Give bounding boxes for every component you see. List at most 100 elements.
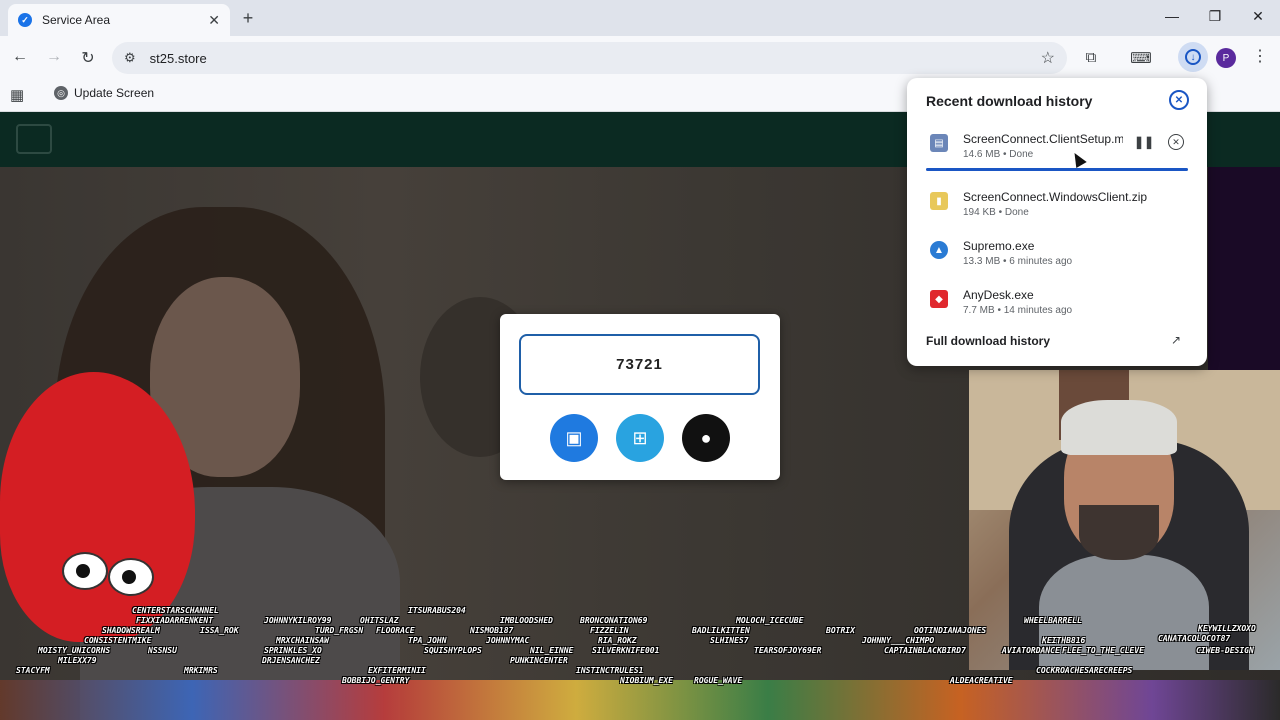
cancel-download-icon[interactable]: ✕ bbox=[1168, 134, 1184, 150]
download-item-screenconnect-msi[interactable]: ▤ ScreenConnect.ClientSetup.msi 14.6 MB … bbox=[926, 130, 1191, 174]
supremo-icon: ▲ bbox=[930, 241, 948, 259]
downloads-button[interactable]: ↓ bbox=[1178, 42, 1208, 72]
chatter-name: NSSNSU bbox=[148, 646, 177, 655]
bookmark-star-icon[interactable]: ☆ bbox=[1041, 48, 1055, 68]
chatter-name: DRJENSANCHEZ bbox=[262, 656, 320, 665]
download-progress-fill bbox=[926, 168, 1188, 171]
chatter-name: MRXCHAINSAW bbox=[276, 636, 329, 645]
chatter-name: CIWEB-DESIGN bbox=[1196, 646, 1254, 655]
windows-download-button[interactable]: ⊞ bbox=[616, 414, 664, 462]
chatter-name: INSTINCTRULES1 bbox=[576, 666, 644, 675]
apple-icon: ● bbox=[700, 427, 712, 448]
close-panel-icon[interactable]: ✕ bbox=[1169, 90, 1189, 110]
chatter-name: BRONCONATION69 bbox=[580, 616, 648, 625]
download-filename: ScreenConnect.WindowsClient.zip bbox=[963, 190, 1148, 204]
tab-service-area[interactable]: ✓ Service Area ✕ bbox=[8, 4, 230, 36]
chatter-name: CAPTAINBLACKBIRD7 bbox=[884, 646, 966, 655]
profile-avatar[interactable]: P bbox=[1216, 48, 1236, 68]
chatter-name: FLOORACE bbox=[376, 626, 415, 635]
chatter-name: OOTINDIANAJONES bbox=[914, 626, 987, 635]
apps-grid-icon[interactable]: ▦ bbox=[10, 86, 24, 104]
address-bar[interactable]: ⚙ st25.store ☆ bbox=[112, 42, 1067, 74]
chatter-name: JOHNNYKILROY99 bbox=[264, 616, 332, 625]
android-download-button[interactable]: ▣ bbox=[550, 414, 598, 462]
open-external-icon[interactable]: ↗ bbox=[1171, 333, 1181, 347]
chatter-name: TURD_FRGSN bbox=[315, 626, 364, 635]
full-download-history-link[interactable]: Full download history bbox=[926, 334, 1050, 348]
minimize-button[interactable]: — bbox=[1162, 8, 1182, 24]
close-window-button[interactable]: ✕ bbox=[1248, 8, 1268, 25]
tab-close-icon[interactable]: ✕ bbox=[208, 12, 220, 29]
chatter-name: MOISTY_UNICORNS bbox=[38, 646, 111, 655]
screen: ✓ Service Area ✕ + — ❐ ✕ ← → ↻ ⚙ st25.st… bbox=[0, 0, 1280, 720]
download-progress-bar bbox=[926, 168, 1188, 171]
chatter-name: ALDEACREATIVE bbox=[950, 676, 1013, 685]
chatter-name: WHEELBARRELL bbox=[1024, 616, 1082, 625]
chatter-name: NIOBIUM_EXE bbox=[620, 676, 673, 685]
chatter-name: SLHINES7 bbox=[710, 636, 749, 645]
chatter-name: ISSA_ROK bbox=[200, 626, 239, 635]
back-button[interactable]: ← bbox=[10, 48, 30, 66]
chatter-name: CENTERSTARSCHANNEL bbox=[132, 606, 219, 615]
tab-title: Service Area bbox=[42, 13, 111, 27]
mascot-pupil bbox=[122, 570, 136, 584]
chatter-name: ROGUE_WAVE bbox=[694, 676, 743, 685]
chatter-name: OHITSLAZ bbox=[360, 616, 399, 625]
download-meta: 13.3 MB • 6 minutes ago bbox=[963, 256, 1073, 267]
download-item-supremo[interactable]: ▲ Supremo.exe 13.3 MB • 6 minutes ago bbox=[926, 237, 1191, 281]
browser-menu-icon[interactable]: ⋮ bbox=[1252, 46, 1268, 66]
download-meta: 194 KB • Done bbox=[963, 207, 1029, 218]
extensions-icon[interactable]: ⧉ bbox=[1080, 49, 1102, 66]
chatter-name: FIZZELIN bbox=[590, 626, 629, 635]
side-panel-edge bbox=[1208, 167, 1280, 377]
chatter-name: STACYFM bbox=[16, 666, 50, 675]
anydesk-icon: ◆ bbox=[930, 290, 948, 308]
restore-button[interactable]: ❐ bbox=[1205, 8, 1225, 25]
access-code-card: 73721 ▣ ⊞ ● bbox=[500, 314, 780, 480]
new-tab-button[interactable]: + bbox=[238, 8, 258, 29]
chatter-name: SQUISHYPLOPS bbox=[424, 646, 482, 655]
download-item-anydesk[interactable]: ◆ AnyDesk.exe 7.7 MB • 14 minutes ago bbox=[926, 286, 1191, 330]
mascot-left-eye bbox=[62, 552, 108, 590]
pause-icon[interactable]: ❚❚ bbox=[1134, 135, 1154, 149]
site-logo-icon bbox=[16, 124, 52, 154]
tab-strip: ✓ Service Area ✕ + — ❐ ✕ bbox=[0, 0, 1280, 36]
chatter-name: CANATACOLOCOT87 bbox=[1158, 634, 1231, 643]
streamer-beard bbox=[1079, 505, 1159, 560]
chatter-name: SILVERKNIFE001 bbox=[592, 646, 660, 655]
installer-icon: ▤ bbox=[930, 134, 948, 152]
mascot-pupil bbox=[76, 564, 90, 578]
access-code-field[interactable]: 73721 bbox=[519, 334, 760, 395]
cast-icon[interactable]: ⌨ bbox=[1130, 49, 1152, 67]
chatter-name: RIA_ROKZ bbox=[598, 636, 637, 645]
chatter-name: NISMOB187 bbox=[470, 626, 514, 635]
chatter-name: BOTRIX bbox=[826, 626, 855, 635]
android-icon: ▣ bbox=[565, 427, 583, 448]
chatter-name: COCKROACHESARECREEPS bbox=[1036, 666, 1133, 675]
chatter-name: FIXXIADARRENKENT bbox=[136, 616, 214, 625]
download-meta: 7.7 MB • 14 minutes ago bbox=[963, 305, 1073, 316]
chatter-name: AVIATORDANCE bbox=[1002, 646, 1060, 655]
site-settings-icon[interactable]: ⚙ bbox=[124, 50, 136, 66]
chatter-name: SPRINKLES_XO bbox=[264, 646, 322, 655]
url-text: st25.store bbox=[149, 50, 207, 66]
chatter-name: IMBLOODSHED bbox=[500, 616, 553, 625]
download-panel-title: Recent download history bbox=[926, 93, 1093, 109]
apple-download-button[interactable]: ● bbox=[682, 414, 730, 462]
windows-icon: ⊞ bbox=[632, 427, 648, 448]
chatter-name: JOHNNYMAC bbox=[486, 636, 530, 645]
bookmark-update-screen[interactable]: ◎ Update Screen bbox=[54, 86, 154, 100]
download-item-screenconnect-zip[interactable]: ▮ ScreenConnect.WindowsClient.zip 194 KB… bbox=[926, 188, 1191, 232]
chatter-name: ITSURABUS204 bbox=[408, 606, 466, 615]
forward-button[interactable]: → bbox=[44, 48, 64, 66]
download-icon: ↓ bbox=[1185, 49, 1201, 65]
download-history-panel: Recent download history ✕ ▤ ScreenConnec… bbox=[907, 78, 1207, 366]
chatter-name: FLEE_TO_THE_CLEVE bbox=[1062, 646, 1144, 655]
chatter-name: NIL_EINNE bbox=[530, 646, 574, 655]
chatter-name: PUNKINCENTER bbox=[510, 656, 568, 665]
chatter-name: TEARSOFJOY69ER bbox=[754, 646, 822, 655]
chatter-name: CONSISTENTMIKE bbox=[84, 636, 152, 645]
chatter-names-overlay: CENTERSTARSCHANNEL FIXXIADARRENKENT SHADOW… bbox=[0, 606, 1280, 720]
mascot-right-eye bbox=[108, 558, 154, 596]
reload-button[interactable]: ↻ bbox=[78, 48, 98, 68]
